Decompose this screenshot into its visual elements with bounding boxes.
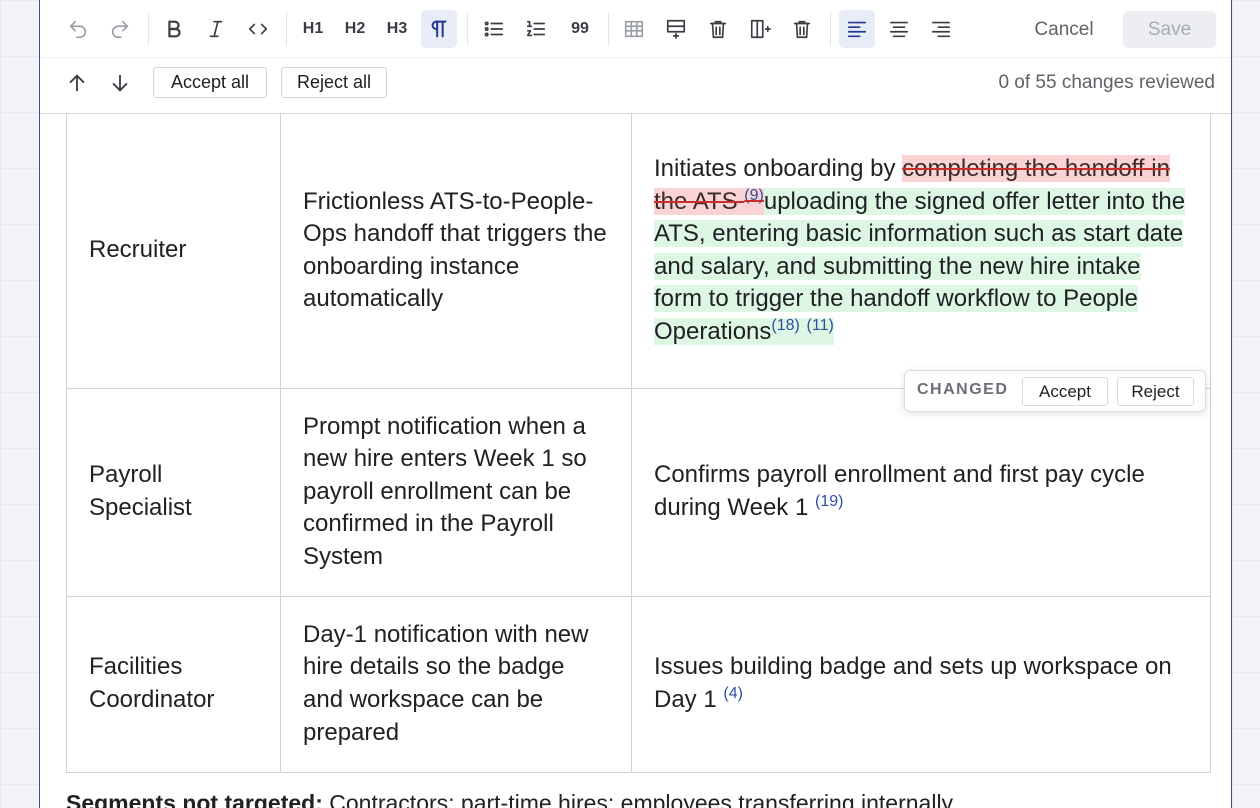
action-cell[interactable]: Initiates onboarding by completing the h… [631,114,1211,389]
delete-row-icon[interactable] [700,10,736,48]
reference-marker: (9) [744,186,764,204]
change-popover: CHANGED Accept Reject [904,370,1206,412]
toolbar-divider [608,12,609,46]
bold-icon[interactable] [156,10,192,48]
undo-icon[interactable] [60,10,96,48]
next-change-icon[interactable] [105,68,135,98]
change-type-label: CHANGED [917,381,1009,398]
delete-column-icon[interactable] [784,10,820,48]
numbered-list-icon[interactable] [518,10,554,48]
reference-marker: (19) [814,493,844,510]
cancel-button[interactable]: Cancel [1024,12,1104,48]
role-cell[interactable]: Payroll Specialist [66,387,281,597]
align-left-icon[interactable] [839,10,875,48]
heading-2-button[interactable]: H2 [337,10,373,48]
reference-marker: (4) [723,685,743,702]
align-center-icon[interactable] [881,10,917,48]
italic-icon[interactable] [198,10,234,48]
formatting-toolbar: H1 H2 H3 99 Cancel Save [40,0,1231,58]
quote-icon[interactable]: 99 [562,10,598,48]
need-cell[interactable]: Day-1 notification with new hire details… [280,595,632,773]
rich-text-editor: H1 H2 H3 99 Cancel Save Accept all Rejec… [39,0,1232,808]
align-right-icon[interactable] [923,10,959,48]
changes-reviewed-status: 0 of 55 changes reviewed [998,72,1215,93]
toolbar-divider [286,12,287,46]
role-cell[interactable]: Recruiter [66,114,281,389]
role-cell[interactable]: Facilities Coordinator [66,595,281,773]
need-cell[interactable]: Prompt notification when a new hire ente… [280,387,632,597]
save-button[interactable]: Save [1123,11,1216,48]
insert-row-icon[interactable] [658,10,694,48]
table-row: Payroll Specialist Prompt notification w… [66,387,1211,597]
heading-3-button[interactable]: H3 [379,10,415,48]
redo-icon[interactable] [102,10,138,48]
table-icon[interactable] [616,10,652,48]
toolbar-divider [148,12,149,46]
action-cell[interactable]: Issues building badge and sets up worksp… [631,595,1211,773]
accept-change-button[interactable]: Accept [1022,377,1108,406]
action-text: Issues building badge and sets up worksp… [654,653,1172,713]
previous-change-icon[interactable] [62,68,92,98]
segments-paragraph[interactable]: Segments not targeted: Contractors; part… [66,790,1216,808]
table-row: Facilities Coordinator Day-1 notificatio… [66,595,1211,773]
reference-marker: (11) [806,316,834,334]
insert-column-icon[interactable] [742,10,778,48]
paragraph-icon[interactable] [421,10,457,48]
segments-text: Contractors; part-time hires; employees … [322,790,954,808]
accept-all-button[interactable]: Accept all [153,67,267,98]
action-cell[interactable]: Confirms payroll enrollment and first pa… [631,387,1211,597]
code-icon[interactable] [240,10,276,48]
toolbar-divider [830,12,831,46]
segments-heading: Segments not targeted: [66,790,323,808]
table-row: Recruiter Frictionless ATS-to-People-Ops… [66,114,1211,389]
reject-all-button[interactable]: Reject all [281,67,387,98]
change-review-bar: Accept all Reject all 0 of 55 changes re… [40,58,1231,114]
action-text: Confirms payroll enrollment and first pa… [654,461,1145,521]
action-text: Initiates onboarding by [654,154,903,182]
toolbar-divider [467,12,468,46]
heading-1-button[interactable]: H1 [295,10,331,48]
need-cell[interactable]: Frictionless ATS-to-People-Ops handoff t… [280,114,632,389]
reject-change-button[interactable]: Reject [1117,377,1194,406]
bullet-list-icon[interactable] [476,10,512,48]
stakeholder-table: Recruiter Frictionless ATS-to-People-Ops… [66,114,1211,773]
reference-marker: (18) [771,316,800,334]
